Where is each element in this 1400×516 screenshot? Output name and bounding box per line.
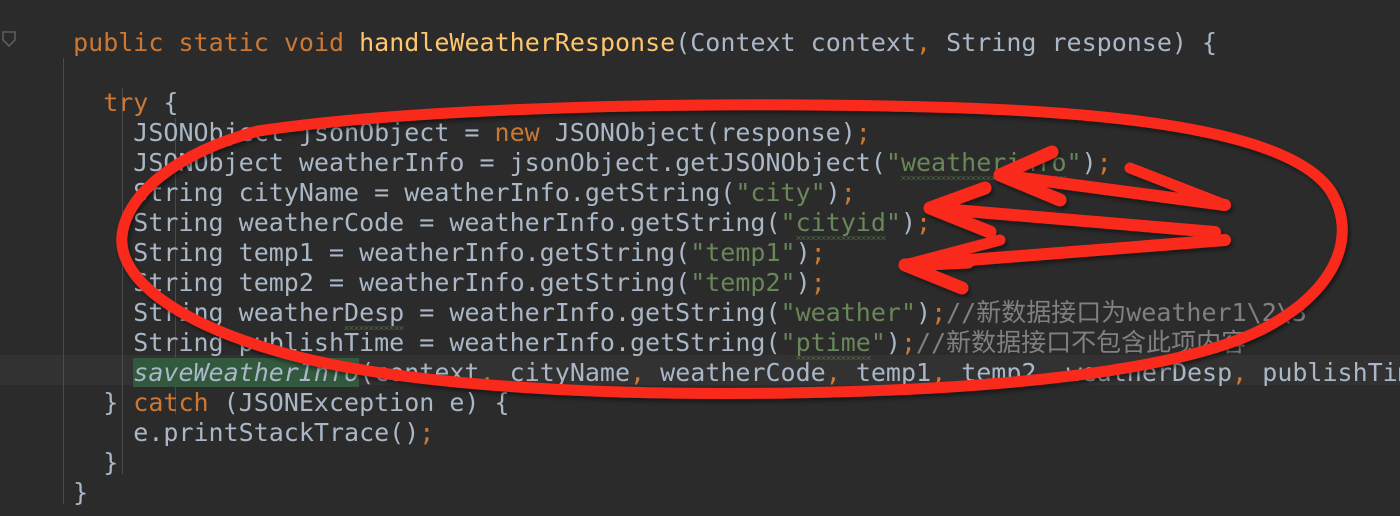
code-token-fn: handleWeatherResponse <box>359 28 676 57</box>
code-token-punc: , <box>931 358 947 387</box>
code-token-id: String cityName = weatherInfo.getString( <box>133 178 736 207</box>
code-token-id: ) <box>795 238 811 267</box>
code-token-str: "city" <box>735 178 826 207</box>
typo-squiggle: cityid <box>795 208 886 237</box>
code-token-punc: ; <box>900 328 917 357</box>
code-token-punc: ; <box>840 178 856 207</box>
code-line[interactable]: public static void handleWeatherResponse… <box>73 28 1217 58</box>
code-token-punc: ; <box>419 418 435 447</box>
code-token-id: } <box>103 388 134 417</box>
code-line[interactable]: String weatherCode = weatherInfo.getStri… <box>133 208 931 238</box>
code-token-punc: , <box>1232 358 1248 387</box>
code-token-kw: catch <box>133 388 209 417</box>
code-token-kw: new <box>494 118 540 147</box>
code-line[interactable]: e.printStackTrace(); <box>133 418 434 448</box>
code-token-str: "temp1" <box>690 238 796 267</box>
code-token-id: String weatherCode = weatherInfo.getStri… <box>133 208 781 237</box>
code-token-id: String temp1 = weatherInfo.getString( <box>133 238 691 267</box>
code-token-str: "weatherinfo" <box>885 148 1082 177</box>
code-token-id: e.printStackTrace() <box>133 418 420 447</box>
code-line[interactable]: try { <box>103 88 178 118</box>
code-token-id: JSONObject jsonObject = <box>133 118 495 147</box>
code-line[interactable]: } <box>73 478 88 508</box>
code-token-id: ) <box>795 268 811 297</box>
code-token-id: String temp2 = weatherInfo.getString( <box>133 268 691 297</box>
code-line[interactable]: String publishTime = weatherInfo.getStri… <box>133 328 1246 358</box>
code-token-id: } <box>73 478 89 507</box>
code-token-id: (JSONException e) { <box>208 388 510 417</box>
typo-squiggle: ptime <box>795 328 871 357</box>
code-token-str: "cityid" <box>780 208 901 237</box>
code-token-id: String weatherDesp <box>133 298 405 327</box>
code-token-cmt: //新数据接口为weather1\2\3 <box>946 298 1307 327</box>
code-token-id: JSONObject(response) <box>539 118 856 147</box>
code-line[interactable]: JSONObject weatherInfo = jsonObject.getJ… <box>133 148 1111 178</box>
code-token-str: "temp2" <box>690 268 796 297</box>
code-token-id: (context <box>359 358 480 387</box>
code-token-punc: , <box>479 358 495 387</box>
code-token-id: ) <box>885 328 901 357</box>
code-token-kw: static <box>178 28 269 57</box>
code-token-id: String response) { <box>931 28 1218 57</box>
code-line[interactable]: } <box>103 448 118 478</box>
code-token-id: (Context context <box>675 28 917 57</box>
code-token-kw: try <box>103 88 149 117</box>
code-line[interactable]: String cityName = weatherInfo.getString(… <box>133 178 856 208</box>
code-token-id: } <box>103 448 119 477</box>
code-token-punc: ; <box>931 298 947 327</box>
code-token-punc: , <box>630 358 646 387</box>
code-token-punc: , <box>1036 358 1052 387</box>
code-token-id: JSONObject weatherInfo = jsonObject.getJ… <box>133 148 886 177</box>
code-line[interactable]: JSONObject jsonObject = new JSONObject(r… <box>133 118 871 148</box>
code-token-cmt: //新数据接口不包含此项内容 <box>916 328 1247 357</box>
code-editor-screenshot: public static void handleWeatherResponse… <box>0 0 1400 516</box>
code-token-id: String publishTime = weatherInfo.getStri… <box>133 328 781 357</box>
code-token-meth: saveWeatherInfo <box>133 358 360 387</box>
code-line[interactable]: saveWeatherInfo(context, cityName, weath… <box>133 358 1400 388</box>
code-line[interactable]: String weatherDesp = weatherInfo.getStri… <box>133 298 1307 328</box>
code-token-punc: , <box>825 358 841 387</box>
code-token-id: ) <box>1081 148 1097 177</box>
code-token-punc: ; <box>810 238 826 267</box>
code-token-id: ) <box>825 178 841 207</box>
code-token-kw: public <box>73 28 164 57</box>
code-line[interactable]: } catch (JSONException e) { <box>103 388 509 418</box>
code-token-id: ) <box>916 298 932 327</box>
code-token-punc: ; <box>810 268 826 297</box>
code-token-id: temp2 <box>946 358 1037 387</box>
code-line[interactable]: String temp2 = weatherInfo.getString("te… <box>133 268 825 298</box>
code-token-id: { <box>148 88 179 117</box>
code-text-layer[interactable]: public static void handleWeatherResponse… <box>0 0 1400 516</box>
code-token-id: temp1 <box>840 358 932 387</box>
code-line[interactable]: String temp1 = weatherInfo.getString("te… <box>133 238 825 268</box>
code-token-id: weatherCode <box>645 358 826 387</box>
code-token-punc: ; <box>855 118 871 147</box>
code-token-punc: ; <box>916 208 932 237</box>
typo-squiggle: weatherinfo <box>900 148 1067 177</box>
code-token-id: weatherDesp <box>1051 358 1233 387</box>
code-token-punc: ; <box>1096 148 1112 177</box>
code-token-kw: void <box>283 28 345 57</box>
code-token-punc: , <box>916 28 932 57</box>
code-token-id: publishTime) <box>1262 358 1400 387</box>
code-token-id: cityName <box>494 358 631 387</box>
code-token-id: = weatherInfo.getString( <box>404 298 781 327</box>
code-token-str: "weather" <box>780 298 916 327</box>
typo-squiggle: Desp <box>344 298 405 327</box>
code-token-str: "ptime" <box>780 328 886 357</box>
code-token-id: ) <box>900 208 917 237</box>
